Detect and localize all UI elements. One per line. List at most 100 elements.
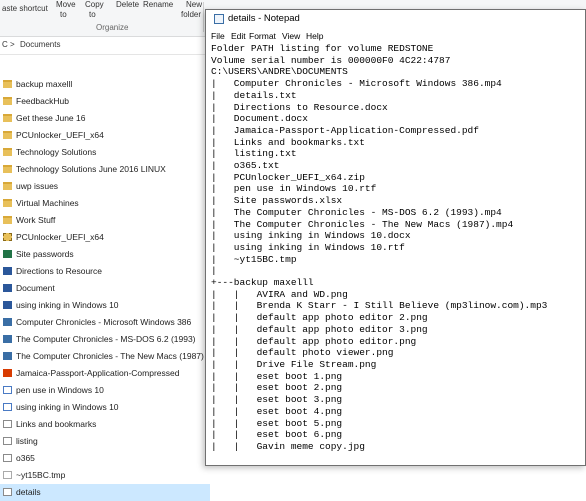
menu-view[interactable]: View [282, 31, 300, 41]
file-row[interactable]: uwp issues [0, 178, 210, 195]
document-text[interactable]: Folder PATH listing for volume REDSTONE … [211, 43, 585, 453]
file-name: Links and bookmarks [16, 419, 97, 429]
word-file-icon [3, 267, 12, 275]
file-row[interactable]: The Computer Chronicles - MS-DOS 6.2 (19… [0, 331, 210, 348]
tmp-file-icon [3, 471, 12, 479]
file-row[interactable]: details [0, 484, 210, 501]
file-row[interactable]: o365 [0, 450, 210, 467]
folder-icon [3, 148, 12, 156]
folder-icon [3, 182, 12, 190]
file-row[interactable]: PCUnlocker_UEFI_x64 [0, 127, 210, 144]
file-row[interactable]: backup maxelll [0, 76, 210, 93]
file-row[interactable]: Virtual Machines [0, 195, 210, 212]
file-name: ~yt15BC.tmp [16, 470, 66, 480]
folder-icon [3, 114, 12, 122]
rtf-file-icon [3, 386, 12, 394]
new-folder-sub: folder [181, 10, 202, 19]
file-name: Get these June 16 [16, 113, 86, 123]
file-name: Technology Solutions [16, 147, 97, 157]
excel-file-icon [3, 250, 12, 258]
folder-icon [3, 80, 12, 88]
window-title: details - Notepad [228, 13, 300, 24]
file-name: PCUnlocker_UEFI_x64 [16, 232, 104, 242]
chevron-right-icon: > [10, 40, 15, 49]
file-row[interactable]: Jamaica-Passport-Application-Compressed [0, 365, 210, 382]
rtf-file-icon [3, 403, 12, 411]
file-name: details [16, 487, 41, 497]
file-row[interactable]: using inking in Windows 10 [0, 399, 210, 416]
file-name: Work Stuff [16, 215, 56, 225]
notepad-window: details - Notepad File Edit Format View Help… [205, 9, 586, 466]
file-row[interactable]: Document [0, 280, 210, 297]
txt-file-icon [3, 454, 12, 462]
file-name: The Computer Chronicles - The New Macs (… [16, 351, 204, 361]
file-name: PCUnlocker_UEFI_x64 [16, 130, 104, 140]
menu-edit[interactable]: Edit [231, 31, 246, 41]
address-folder[interactable]: Documents [20, 40, 60, 49]
folder-icon [3, 97, 12, 105]
file-name: listing [16, 436, 38, 446]
txt-file-icon [3, 437, 12, 445]
file-row[interactable]: using inking in Windows 10 [0, 297, 210, 314]
file-row[interactable]: FeedbackHub [0, 93, 210, 110]
file-row[interactable]: Links and bookmarks [0, 416, 210, 433]
file-row[interactable]: Directions to Resource [0, 263, 210, 280]
notepad-title-bar[interactable]: details - Notepad [206, 10, 585, 28]
file-row[interactable]: Technology Solutions [0, 144, 210, 161]
copy-to-button[interactable]: Copy [85, 0, 104, 9]
file-name: Computer Chronicles - Microsoft Windows … [16, 317, 192, 327]
folder-icon [3, 131, 12, 139]
file-name: backup maxelll [16, 79, 73, 89]
move-to-button[interactable]: Move [56, 0, 76, 9]
file-row[interactable]: ~yt15BC.tmp [0, 467, 210, 484]
menu-file[interactable]: File [211, 31, 225, 41]
file-name: Directions to Resource [16, 266, 102, 276]
file-row[interactable]: listing [0, 433, 210, 450]
pdf-file-icon [3, 369, 12, 377]
file-name: o365 [16, 453, 35, 463]
file-row[interactable]: PCUnlocker_UEFI_x64 [0, 229, 210, 246]
delete-button[interactable]: Delete [116, 0, 139, 9]
folder-icon [3, 165, 12, 173]
mp4-file-icon [3, 318, 12, 326]
txt-file-icon [3, 420, 12, 428]
file-row[interactable]: Site passwords [0, 246, 210, 263]
text-editor-area[interactable]: Folder PATH listing for volume REDSTONE … [211, 43, 585, 465]
menu-help[interactable]: Help [306, 31, 323, 41]
file-name: Document [16, 283, 55, 293]
file-name: Site passwords [16, 249, 74, 259]
organize-group-label: Organize [96, 23, 129, 32]
txt-file-icon [3, 488, 12, 496]
notepad-icon [214, 14, 224, 24]
file-row[interactable]: pen use in Windows 10 [0, 382, 210, 399]
file-row[interactable]: Technology Solutions June 2016 LINUX [0, 161, 210, 178]
move-to-sub: to [60, 10, 67, 19]
file-row[interactable]: Computer Chronicles - Microsoft Windows … [0, 314, 210, 331]
menu-bar: File Edit Format View Help [206, 30, 585, 43]
menu-format[interactable]: Format [249, 31, 276, 41]
word-file-icon [3, 301, 12, 309]
file-name: pen use in Windows 10 [16, 385, 104, 395]
address-bar[interactable]: C > Documents [0, 38, 210, 52]
copy-to-sub: to [89, 10, 96, 19]
mp4-file-icon [3, 335, 12, 343]
file-row[interactable]: Work Stuff [0, 212, 210, 229]
file-name: using inking in Windows 10 [16, 300, 119, 310]
address-divider [0, 54, 210, 55]
folder-icon [3, 199, 12, 207]
file-row[interactable]: The Computer Chronicles - The New Macs (… [0, 348, 210, 365]
folder-icon [3, 216, 12, 224]
ribbon-divider [203, 2, 204, 32]
mp4-file-icon [3, 352, 12, 360]
file-name: FeedbackHub [16, 96, 69, 106]
paste-shortcut-button[interactable]: aste shortcut [2, 4, 48, 13]
file-row[interactable]: Get these June 16 [0, 110, 210, 127]
rename-button[interactable]: Rename [143, 0, 173, 9]
word-file-icon [3, 284, 12, 292]
zip-file-icon [3, 233, 12, 241]
file-name: Technology Solutions June 2016 LINUX [16, 164, 166, 174]
file-name: The Computer Chronicles - MS-DOS 6.2 (19… [16, 334, 196, 344]
file-name: uwp issues [16, 181, 59, 191]
address-root[interactable]: C [2, 40, 8, 49]
new-folder-button[interactable]: New [186, 0, 202, 9]
